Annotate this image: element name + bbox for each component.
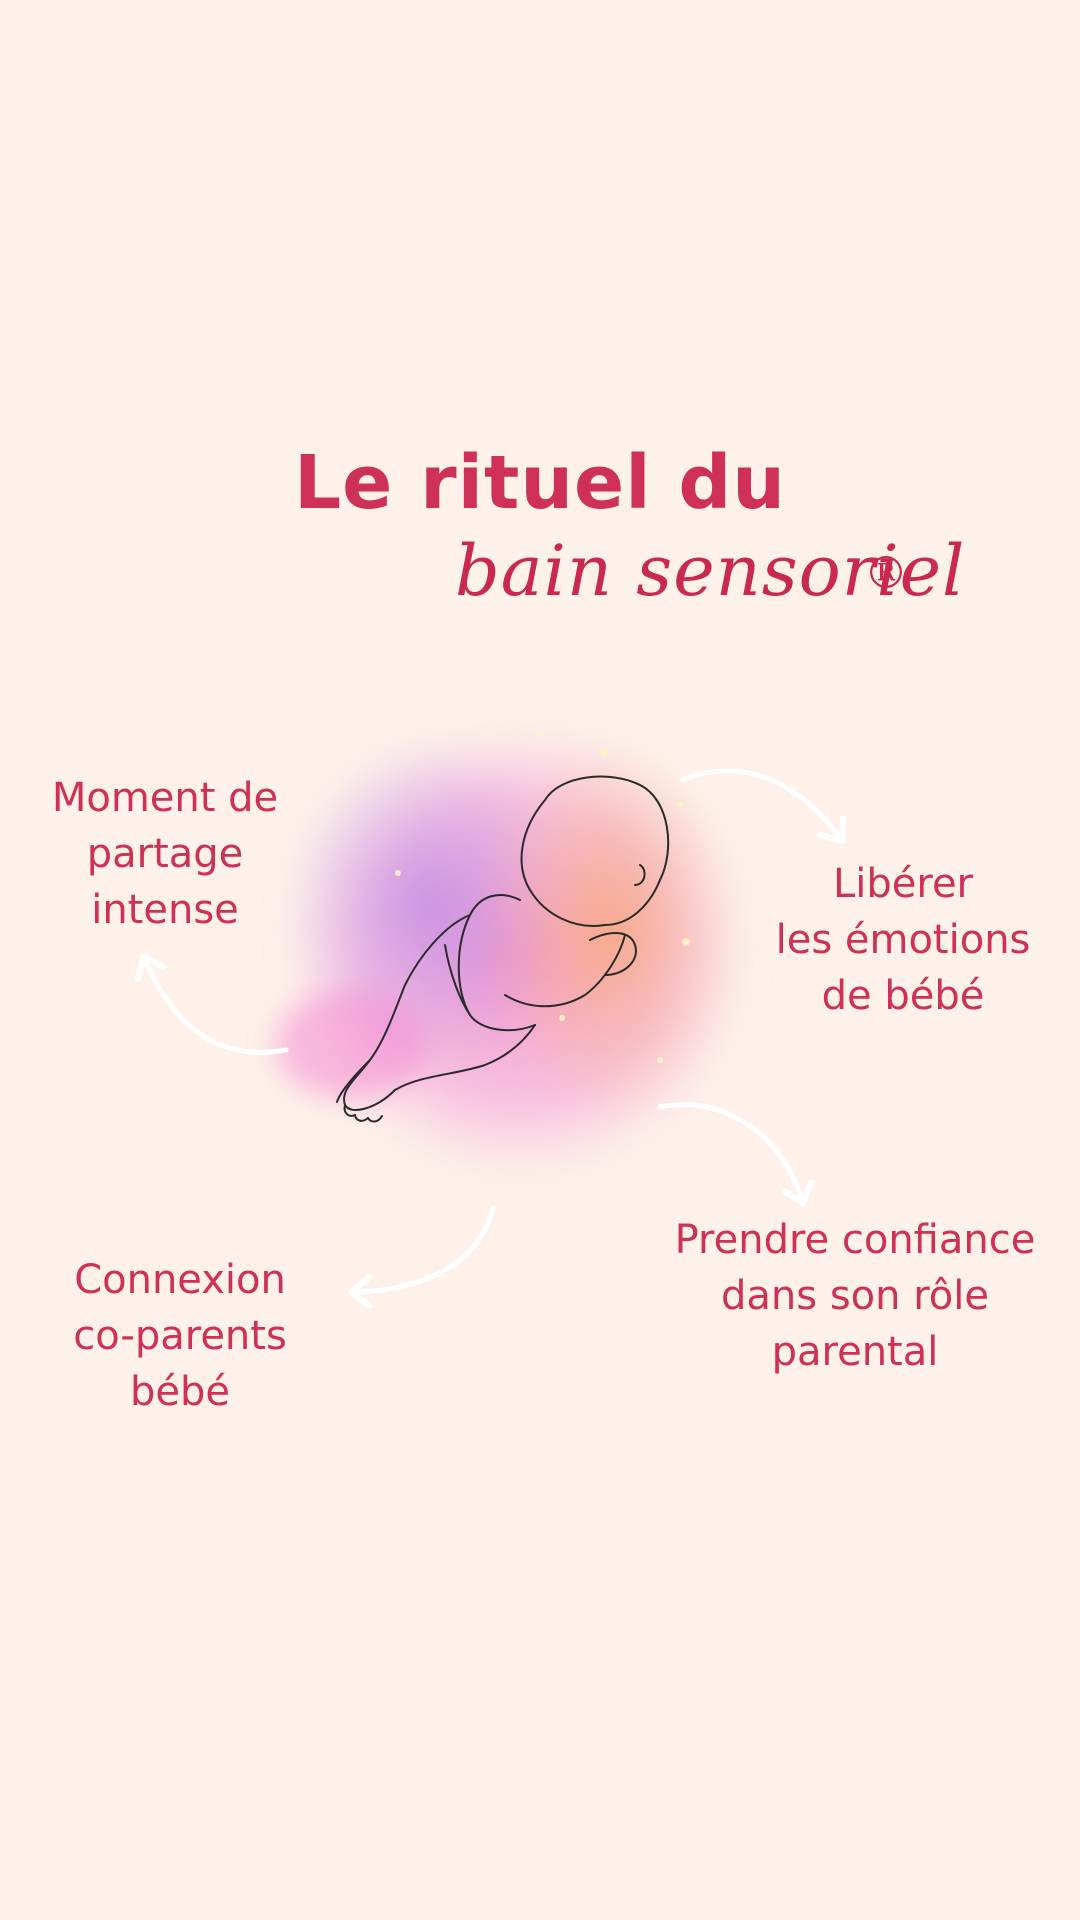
benefit-line: dans son rôle: [721, 1273, 989, 1319]
benefit-line: bébé: [130, 1369, 230, 1415]
benefit-prendre-confiance: Prendre confiance dans son rôle parental: [650, 1212, 1060, 1380]
benefit-line: partage: [86, 831, 244, 877]
benefit-line: Moment de: [51, 775, 279, 821]
benefit-liberer-les-emotions: Libérer les émotions de bébé: [758, 856, 1048, 1024]
benefit-line: Prendre confiance: [674, 1217, 1036, 1263]
benefit-connexion-co-parents: Connexion co-parents bébé: [55, 1252, 305, 1420]
benefit-line: intense: [91, 887, 239, 933]
arrow-to-connexion: [348, 1205, 496, 1309]
benefit-line: les émotions: [775, 917, 1031, 963]
benefit-line: Connexion: [74, 1257, 286, 1303]
benefit-line: de bébé: [821, 973, 985, 1019]
benefit-line: co-parents: [73, 1313, 287, 1359]
benefit-moment-de-partage: Moment de partage intense: [40, 770, 290, 938]
benefit-line: parental: [771, 1329, 939, 1375]
benefit-line: Libérer: [832, 861, 974, 907]
arrow-to-moment: [134, 953, 289, 1055]
